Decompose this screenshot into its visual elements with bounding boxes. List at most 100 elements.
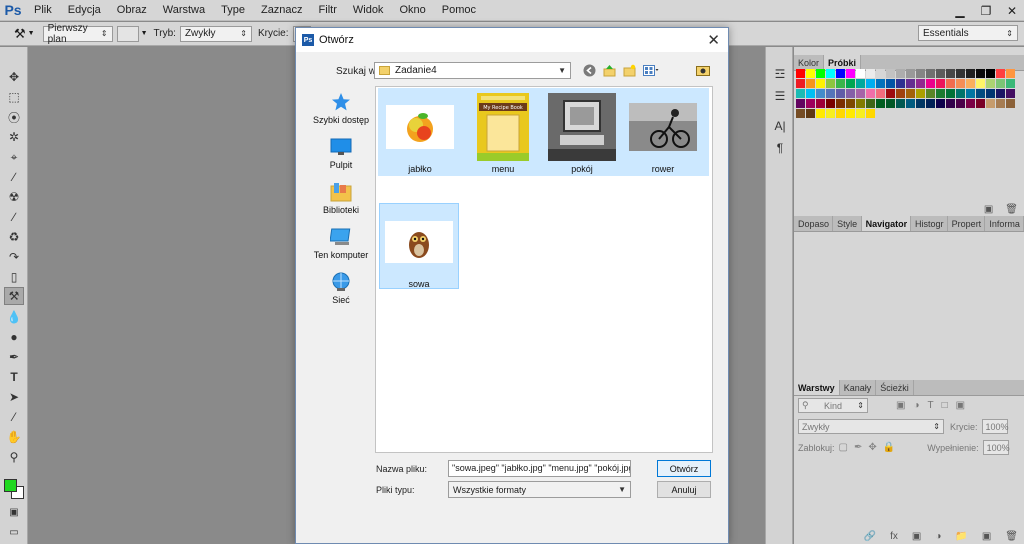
tab-channels[interactable]: Kanały [840, 380, 877, 395]
menu-okno[interactable]: Okno [391, 0, 433, 21]
swatch[interactable] [866, 99, 875, 108]
swatch[interactable] [816, 89, 825, 98]
swatch[interactable] [986, 79, 995, 88]
swatch[interactable] [1006, 89, 1015, 98]
chevron-down-icon[interactable]: ▼ [141, 30, 148, 37]
menu-type[interactable]: Type [213, 0, 253, 21]
swatch[interactable] [866, 69, 875, 78]
place-desktop[interactable]: Pulpit [304, 137, 378, 170]
place-network[interactable]: Sieć [304, 272, 378, 305]
swatch[interactable] [816, 69, 825, 78]
swatch[interactable] [906, 79, 915, 88]
new-group-icon[interactable]: 📁 [955, 531, 967, 542]
swatch[interactable] [856, 109, 865, 118]
swatch[interactable] [1006, 79, 1015, 88]
path-select-icon[interactable]: ➤ [4, 388, 24, 406]
swatch[interactable] [896, 69, 905, 78]
swatch[interactable] [836, 99, 845, 108]
swatch[interactable] [796, 89, 805, 98]
delete-layer-icon[interactable]: 🗑 [1005, 531, 1018, 542]
move-icon[interactable]: ✥ [4, 68, 24, 86]
restore-icon[interactable]: ❐ [978, 4, 994, 18]
blend-mode-select[interactable]: Zwykły ⇕ [798, 419, 944, 434]
swatch[interactable] [916, 69, 925, 78]
pen-icon[interactable]: ✒ [4, 348, 24, 366]
swatch[interactable] [826, 79, 835, 88]
menu-edycja[interactable]: Edycja [60, 0, 109, 21]
back-icon[interactable] [582, 63, 596, 77]
menu-plik[interactable]: Plik [26, 0, 60, 21]
open-button[interactable]: Otwórz [657, 460, 711, 477]
swatch[interactable] [886, 69, 895, 78]
eraser-icon[interactable]: ▯ [4, 268, 24, 286]
swatch[interactable] [836, 109, 845, 118]
swatch[interactable] [866, 89, 875, 98]
swatch[interactable] [896, 79, 905, 88]
swatch[interactable] [796, 99, 805, 108]
swatch[interactable] [856, 69, 865, 78]
swatch[interactable] [916, 99, 925, 108]
adjustment-layer-icon[interactable]: ◑ [935, 531, 941, 542]
menu-zaznacz[interactable]: Zaznacz [253, 0, 311, 21]
close-icon[interactable]: ✕ [707, 31, 720, 49]
tool-presets-icon[interactable]: ☰ [770, 87, 790, 105]
brush-presets-icon[interactable]: ☲ [770, 65, 790, 83]
swatch[interactable] [876, 89, 885, 98]
character-icon[interactable]: A| [770, 117, 790, 135]
swatch[interactable] [896, 99, 905, 108]
swatch[interactable] [906, 69, 915, 78]
swatch[interactable] [996, 69, 1005, 78]
swatch[interactable] [986, 99, 995, 108]
swatch[interactable] [806, 109, 815, 118]
add-mask-icon[interactable]: ▣ [912, 531, 921, 542]
swatch[interactable] [856, 89, 865, 98]
swatch[interactable] [846, 69, 855, 78]
workspace-switcher[interactable]: Essentials ⇕ [918, 25, 1018, 41]
place-libraries[interactable]: Biblioteki [304, 182, 378, 215]
swatch[interactable] [886, 79, 895, 88]
look-in-select[interactable]: Zadanie4 ▼ [374, 62, 571, 79]
swatch[interactable] [936, 69, 945, 78]
swatch[interactable] [946, 99, 955, 108]
history-brush-icon[interactable]: ↷ [4, 248, 24, 266]
tab-layers[interactable]: Warstwy [794, 380, 840, 395]
swatch[interactable] [856, 79, 865, 88]
swatch[interactable] [886, 99, 895, 108]
swatch[interactable] [876, 99, 885, 108]
line-icon[interactable]: ⁄ [4, 408, 24, 426]
minimize-icon[interactable]: ▁ [952, 4, 968, 18]
pattern-swatch[interactable] [116, 25, 139, 42]
layer-opacity-input[interactable]: 100% [981, 419, 1009, 434]
swatch[interactable] [986, 89, 995, 98]
swatch[interactable] [866, 109, 875, 118]
place-this-pc[interactable]: Ten komputer [304, 227, 378, 260]
tab-info[interactable]: Informa [985, 216, 1024, 231]
file-item-jablko[interactable]: jabłko [380, 89, 460, 175]
swatch[interactable] [946, 89, 955, 98]
menu-warstwa[interactable]: Warstwa [155, 0, 213, 21]
foreground-color-swatch[interactable] [4, 479, 17, 492]
swatch[interactable] [796, 109, 805, 118]
menu-obraz[interactable]: Obraz [109, 0, 155, 21]
swatch[interactable] [926, 99, 935, 108]
swatch[interactable] [806, 69, 815, 78]
tab-histogram[interactable]: Histogr [911, 216, 948, 231]
swatch[interactable] [996, 99, 1005, 108]
swatch[interactable] [936, 79, 945, 88]
layer-kind-filter[interactable]: ⚲ Kind ⇕ [798, 398, 868, 413]
swatch[interactable] [796, 79, 805, 88]
bucket-tool-preset-icon[interactable]: ⚒ [14, 26, 26, 42]
swatch[interactable] [826, 99, 835, 108]
swatch[interactable] [806, 99, 815, 108]
swatch[interactable] [876, 69, 885, 78]
tab-navigator[interactable]: Navigator [861, 216, 911, 231]
camera-raw-icon[interactable] [696, 63, 710, 77]
delete-swatch-icon[interactable]: 🗑 [1005, 204, 1018, 215]
swatch[interactable] [796, 69, 805, 78]
swatch[interactable] [836, 89, 845, 98]
swatch[interactable] [826, 109, 835, 118]
lasso-icon[interactable]: ⦿ [4, 108, 24, 126]
swatch[interactable] [936, 99, 945, 108]
place-quick-access[interactable]: Szybki dostęp [304, 92, 378, 125]
swatch[interactable] [996, 89, 1005, 98]
